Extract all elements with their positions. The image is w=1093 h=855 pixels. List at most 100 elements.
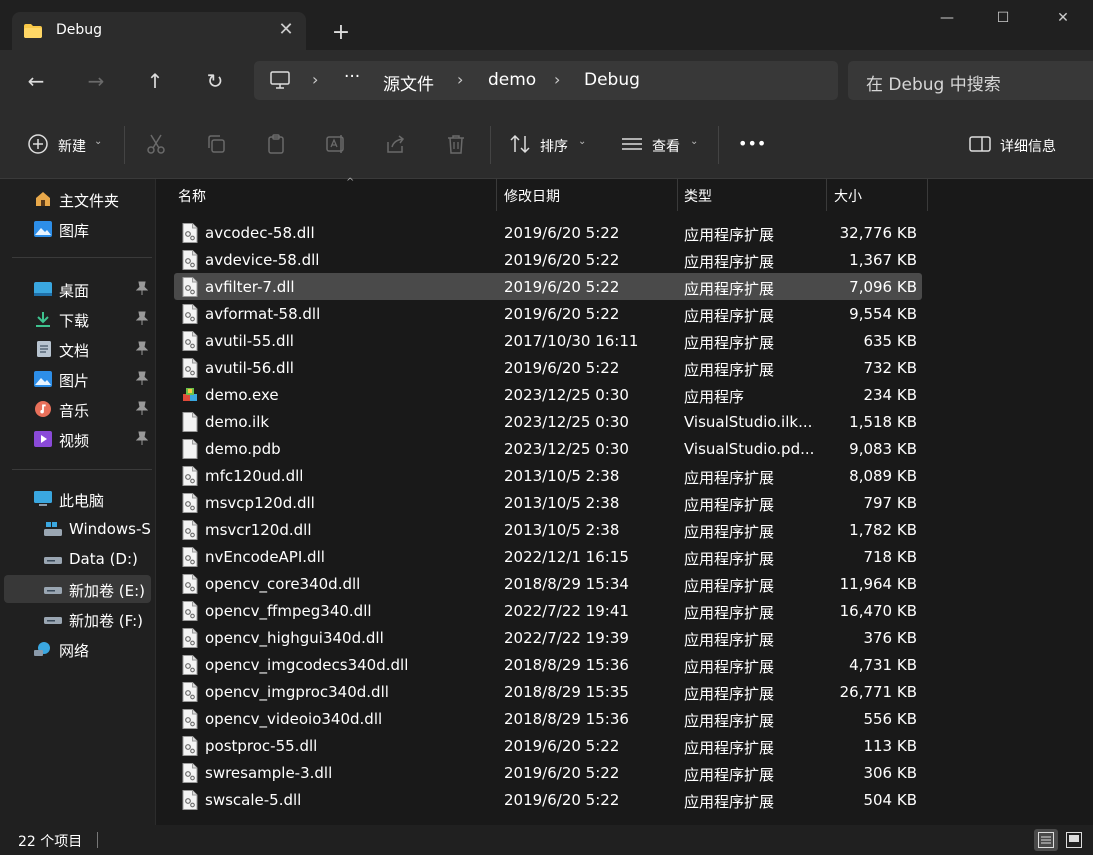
dll-file-icon: [182, 493, 198, 513]
sort-button[interactable]: 排序 ⌄: [498, 110, 598, 178]
sidebar-item-drive-d[interactable]: Data (D:): [4, 545, 151, 573]
tab-debug[interactable]: Debug ✕: [12, 12, 306, 52]
file-row[interactable]: postproc-55.dll 2019/6/20 5:22 应用程序扩展 113 K…: [174, 732, 922, 759]
breadcrumb-item[interactable]: 源文件: [383, 70, 434, 95]
file-size: 556 KB: [863, 710, 917, 728]
search-input[interactable]: 在 Debug 中搜索: [848, 61, 1093, 100]
sidebar-item-gallery[interactable]: 图库: [4, 215, 151, 243]
breadcrumb-item[interactable]: demo: [488, 70, 536, 90]
sidebar-item-network[interactable]: 网络: [4, 635, 151, 663]
file-row[interactable]: swscale-5.dll 2019/6/20 5:22 应用程序扩展 504 KB: [174, 786, 922, 813]
cut-icon[interactable]: [144, 132, 168, 156]
sidebar-item-music[interactable]: 音乐: [4, 395, 151, 423]
pin-icon[interactable]: [136, 281, 148, 295]
sidebar-item-home[interactable]: 主文件夹: [4, 185, 151, 213]
sidebar-item-documents[interactable]: 文档: [4, 335, 151, 363]
address-bar[interactable]: › ··· 源文件 › demo › Debug: [254, 61, 838, 100]
sidebar-item-videos[interactable]: 视频: [4, 425, 151, 453]
delete-icon[interactable]: [444, 132, 468, 156]
pin-icon[interactable]: [136, 371, 148, 385]
maximize-button[interactable]: ☐: [980, 0, 1026, 36]
drive-icon: [44, 557, 62, 564]
file-row[interactable]: opencv_core340d.dll 2018/8/29 15:34 应用程序扩展…: [174, 570, 922, 597]
back-button[interactable]: ←: [20, 65, 52, 97]
file-row[interactable]: msvcp120d.dll 2013/10/5 2:38 应用程序扩展 797 KB: [174, 489, 922, 516]
file-size: 635 KB: [863, 332, 917, 350]
breadcrumb-more[interactable]: ···: [344, 67, 360, 87]
column-header-size[interactable]: 大小: [827, 179, 927, 211]
sidebar-item-pictures[interactable]: 图片: [4, 365, 151, 393]
copy-icon[interactable]: [204, 132, 228, 156]
file-type: 应用程序扩展: [684, 469, 775, 487]
sidebar-item-drive-e[interactable]: 新加卷 (E:): [4, 575, 151, 603]
column-header-date[interactable]: 修改日期: [497, 179, 677, 211]
column-divider[interactable]: [927, 179, 928, 211]
file-row[interactable]: mfc120ud.dll 2013/10/5 2:38 应用程序扩展 8,089 KB: [174, 462, 922, 489]
details-view-icon: [1038, 832, 1054, 848]
up-button[interactable]: ↑: [139, 65, 171, 97]
details-button[interactable]: 详细信息: [962, 110, 1072, 178]
breadcrumb-item[interactable]: Debug: [584, 70, 640, 90]
tab-close-icon[interactable]: ✕: [274, 18, 298, 42]
column-header-type[interactable]: 类型: [678, 179, 826, 211]
minimize-button[interactable]: —: [924, 0, 970, 36]
file-date: 2018/8/29 15:34: [504, 575, 629, 593]
new-button[interactable]: 新建 ⌄: [16, 110, 116, 178]
file-row[interactable]: msvcr120d.dll 2013/10/5 2:38 应用程序扩展 1,782 K…: [174, 516, 922, 543]
sidebar-item-this-pc[interactable]: 此电脑: [4, 485, 151, 513]
file-row[interactable]: opencv_videoio340d.dll 2018/8/29 15:36 应用程…: [174, 705, 922, 732]
file-row[interactable]: opencv_ffmpeg340.dll 2022/7/22 19:41 应用程序扩…: [174, 597, 922, 624]
sidebar-item-downloads[interactable]: 下载: [4, 305, 151, 333]
executable-icon: [183, 388, 197, 401]
file-type: 应用程序扩展: [684, 631, 775, 649]
file-row[interactable]: opencv_highgui340d.dll 2022/7/22 19:39 应用程…: [174, 624, 922, 651]
details-label: 详细信息: [1000, 139, 1056, 155]
file-row[interactable]: nvEncodeAPI.dll 2022/12/1 16:15 应用程序扩展 718 …: [174, 543, 922, 570]
pin-icon[interactable]: [136, 341, 148, 355]
file-name: nvEncodeAPI.dll: [205, 548, 325, 566]
file-row[interactable]: opencv_imgcodecs340d.dll 2018/8/29 15:36 应…: [174, 651, 922, 678]
file-row[interactable]: avutil-55.dll 2017/10/30 16:11 应用程序扩展 635 K…: [174, 327, 922, 354]
file-row[interactable]: avdevice-58.dll 2019/6/20 5:22 应用程序扩展 1,367…: [174, 246, 922, 273]
windows-drive-icon: [44, 522, 62, 536]
file-row[interactable]: swresample-3.dll 2019/6/20 5:22 应用程序扩展 306 …: [174, 759, 922, 786]
pin-icon[interactable]: [136, 311, 148, 325]
file-row[interactable]: demo.exe 2023/12/25 0:30 应用程序 234 KB: [174, 381, 922, 408]
sidebar-divider: [12, 469, 152, 470]
file-row[interactable]: avformat-58.dll 2019/6/20 5:22 应用程序扩展 9,554…: [174, 300, 922, 327]
dll-file-icon: [182, 358, 198, 378]
more-options-button[interactable]: •••: [738, 134, 766, 153]
navigation-bar: ← → ↑ ↻ › ··· 源文件 › demo › Debug 在 Debug…: [0, 50, 1093, 110]
tiles-view-button[interactable]: [1062, 829, 1086, 851]
close-window-button[interactable]: ✕: [1040, 0, 1086, 36]
file-row[interactable]: avcodec-58.dll 2019/6/20 5:22 应用程序扩展 32,776…: [174, 219, 922, 246]
sidebar-item-drive-f[interactable]: 新加卷 (F:): [4, 605, 151, 633]
sidebar-item-desktop[interactable]: 桌面: [4, 275, 151, 303]
file-row[interactable]: demo.pdb 2023/12/25 0:30 VisualStudio.pd..…: [174, 435, 922, 462]
file-row[interactable]: opencv_imgproc340d.dll 2018/8/29 15:35 应用程…: [174, 678, 922, 705]
dll-file-icon: [182, 655, 198, 675]
new-tab-button[interactable]: +: [326, 18, 356, 48]
file-row[interactable]: avutil-56.dll 2019/6/20 5:22 应用程序扩展 732 KB: [174, 354, 922, 381]
file-name: mfc120ud.dll: [205, 467, 304, 485]
file-name: demo.exe: [205, 386, 279, 404]
dll-file-icon: [182, 520, 198, 540]
paste-icon[interactable]: [264, 132, 288, 156]
share-icon[interactable]: [384, 132, 408, 156]
pin-icon[interactable]: [136, 401, 148, 415]
rename-icon[interactable]: [324, 132, 348, 156]
file-icon: [182, 439, 198, 459]
document-icon: [37, 341, 51, 357]
file-row[interactable]: avfilter-7.dll 2019/6/20 5:22 应用程序扩展 7,096 …: [174, 273, 922, 300]
details-view-button[interactable]: [1034, 829, 1058, 851]
pin-icon[interactable]: [136, 431, 148, 445]
file-row[interactable]: demo.ilk 2023/12/25 0:30 VisualStudio.ilk.…: [174, 408, 922, 435]
column-header-name[interactable]: ^ 名称: [174, 177, 496, 211]
sidebar-item-windows-drive[interactable]: Windows-S: [4, 515, 151, 543]
chevron-down-icon: ⌄: [690, 136, 699, 147]
forward-button[interactable]: →: [80, 65, 112, 97]
file-name: avformat-58.dll: [205, 305, 321, 323]
pictures-icon: [34, 371, 52, 387]
view-button[interactable]: 查看 ⌄: [612, 110, 712, 178]
refresh-button[interactable]: ↻: [199, 65, 231, 97]
